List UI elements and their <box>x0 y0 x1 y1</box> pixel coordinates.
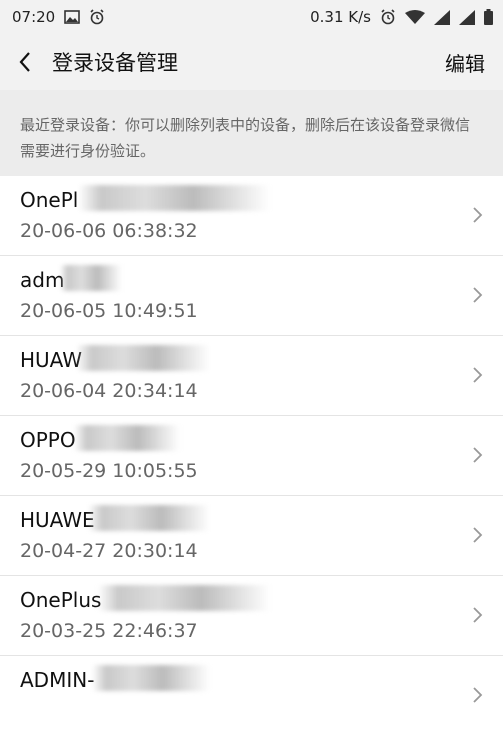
redaction-mask <box>78 185 270 211</box>
device-row[interactable]: OnePlus 20-03-25 22:46:37 <box>0 576 503 656</box>
device-name: OnePl <box>20 188 79 212</box>
device-login-time: 20-04-27 20:30:14 <box>20 540 198 562</box>
device-row[interactable]: adm 20-06-05 10:49:51 <box>0 256 503 336</box>
device-login-time: 20-03-25 22:46:37 <box>20 620 198 642</box>
chevron-left-icon <box>19 52 30 72</box>
chevron-right-icon <box>473 687 483 703</box>
chevron-right-icon <box>473 287 483 303</box>
device-login-time: 20-06-04 20:34:14 <box>20 380 198 402</box>
device-name: ADMIN- <box>20 668 95 692</box>
redaction-mask <box>98 585 270 611</box>
status-bar-right: 0.31 K/s <box>310 8 493 26</box>
device-list: OnePl 20-06-06 06:38:32 adm 20-06-05 10:… <box>0 176 503 736</box>
battery-icon <box>484 9 493 25</box>
chevron-right-icon <box>473 447 483 463</box>
network-speed: 0.31 K/s <box>310 8 371 26</box>
signal-icon <box>434 9 450 25</box>
device-row[interactable]: HUAWE 20-04-27 20:30:14 <box>0 496 503 576</box>
image-notification-icon <box>64 10 81 24</box>
signal-icon <box>459 9 475 25</box>
device-login-time: 20-05-29 10:05:55 <box>20 460 198 482</box>
chevron-right-icon <box>473 607 483 623</box>
wifi-icon <box>405 10 425 24</box>
device-name: adm <box>20 268 65 292</box>
chevron-right-icon <box>473 527 483 543</box>
status-bar-left: 07:20 <box>12 8 105 26</box>
redaction-mask <box>60 265 122 291</box>
edit-button[interactable]: 编辑 <box>445 34 485 90</box>
chevron-right-icon <box>473 367 483 383</box>
status-time: 07:20 <box>12 8 56 26</box>
device-name: HUAWE <box>20 508 95 532</box>
redaction-mask <box>74 425 180 451</box>
notice-text: 最近登录设备：你可以删除列表中的设备，删除后在该设备登录微信需要进行身份验证。 <box>0 90 503 176</box>
status-bar: 07:20 0.31 K/s <box>0 0 503 34</box>
chevron-right-icon <box>473 207 483 223</box>
page-title: 登录设备管理 <box>52 51 178 75</box>
redaction-mask <box>76 345 210 371</box>
redaction-mask <box>88 505 210 531</box>
redaction-mask <box>92 665 210 691</box>
device-row[interactable]: HUAW 20-06-04 20:34:14 <box>0 336 503 416</box>
device-login-time: 20-06-06 06:38:32 <box>20 220 198 242</box>
device-name: HUAW <box>20 348 83 372</box>
device-name: OPPO <box>20 428 76 452</box>
alarm-icon <box>380 9 396 25</box>
alarm-icon <box>89 9 105 25</box>
nav-bar: 登录设备管理 编辑 <box>0 34 503 90</box>
device-row[interactable]: OPPO 20-05-29 10:05:55 <box>0 416 503 496</box>
device-row[interactable]: ADMIN- <box>0 656 503 736</box>
device-name: OnePlus <box>20 588 102 612</box>
device-login-time: 20-06-05 10:49:51 <box>20 300 198 322</box>
device-row[interactable]: OnePl 20-06-06 06:38:32 <box>0 176 503 256</box>
back-button[interactable] <box>0 34 50 90</box>
